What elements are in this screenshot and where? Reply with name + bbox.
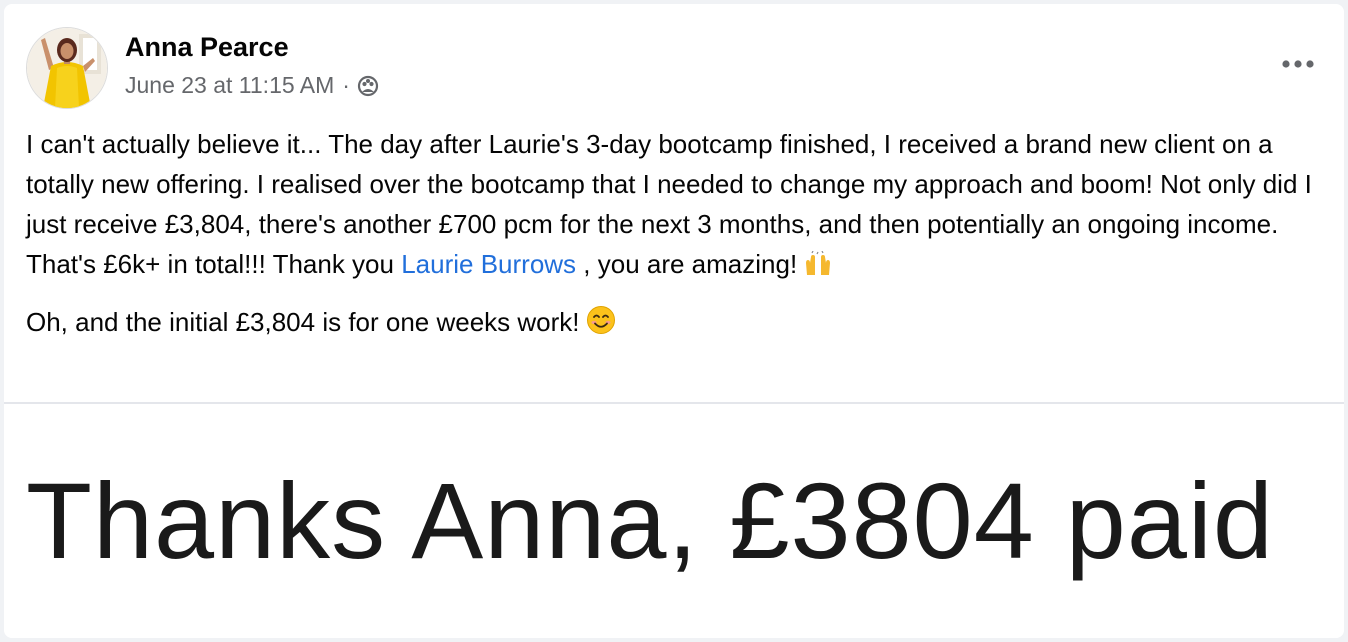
author-name[interactable]: Anna Pearce bbox=[125, 31, 380, 63]
post-card: Anna Pearce June 23 at 11:15 AM · I can'… bbox=[4, 4, 1344, 638]
more-options-button[interactable] bbox=[1276, 46, 1320, 82]
post-paragraph-1: I can't actually believe it... The day a… bbox=[26, 124, 1322, 288]
meta-separator: · bbox=[342, 71, 350, 98]
avatar[interactable] bbox=[26, 27, 108, 109]
post-paragraph-2: Oh, and the initial £3,804 is for one we… bbox=[26, 302, 1322, 346]
post-meta: Anna Pearce June 23 at 11:15 AM · bbox=[125, 32, 380, 100]
friends-icon[interactable] bbox=[356, 73, 380, 97]
post-timestamp[interactable]: June 23 at 11:15 AM bbox=[125, 70, 334, 100]
attachment-caption: Thanks Anna, £3804 paid bbox=[26, 460, 1274, 581]
smiling-face-emoji bbox=[586, 305, 616, 346]
post-subline: June 23 at 11:15 AM · bbox=[125, 70, 380, 100]
mention-laurie-burrows[interactable]: Laurie Burrows bbox=[401, 249, 576, 279]
more-options-icon bbox=[1282, 60, 1314, 68]
paragraph-2-text: Oh, and the initial £3,804 is for one we… bbox=[26, 307, 580, 337]
post-header: Anna Pearce June 23 at 11:15 AM · bbox=[26, 26, 380, 110]
paragraph-1-tail: , you are amazing! bbox=[576, 249, 798, 279]
post-image-attachment[interactable]: Thanks Anna, £3804 paid bbox=[4, 404, 1344, 638]
raising-hands-emoji bbox=[803, 248, 833, 288]
post-body: I can't actually believe it... The day a… bbox=[26, 124, 1322, 346]
avatar-image bbox=[27, 28, 107, 108]
